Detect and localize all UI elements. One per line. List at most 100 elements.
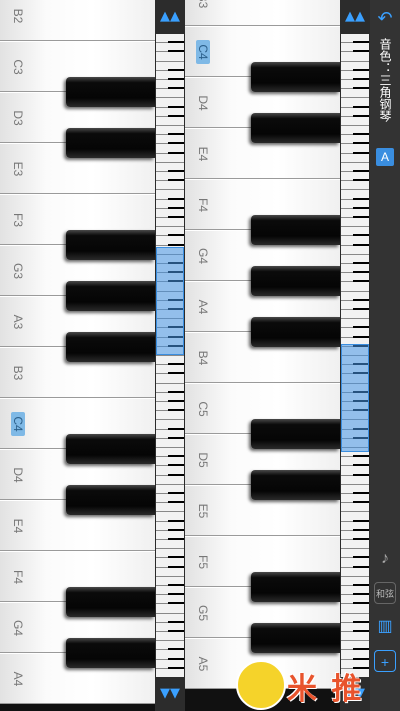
right-black-key[interactable] xyxy=(251,317,340,347)
key-label: B3 xyxy=(196,0,210,8)
left-black-key[interactable] xyxy=(66,128,155,158)
mini-white-key xyxy=(341,540,369,550)
mini-white-key xyxy=(156,218,184,228)
key-label: E5 xyxy=(196,503,210,518)
mini-white-key xyxy=(156,438,184,448)
mini-white-key xyxy=(341,181,369,191)
notation-badge[interactable]: A xyxy=(376,148,394,166)
left-black-key[interactable] xyxy=(66,332,155,362)
key-label: C3 xyxy=(11,58,25,75)
key-label: A4 xyxy=(196,299,210,314)
key-label: E4 xyxy=(11,518,25,533)
mini-white-key xyxy=(156,632,184,642)
mini-keyboard-left[interactable] xyxy=(156,34,184,677)
mini-white-key xyxy=(341,116,369,126)
mini-white-key xyxy=(341,475,369,485)
back-icon[interactable]: ↶ xyxy=(370,8,400,29)
key-label: G4 xyxy=(11,619,25,636)
mini-white-key xyxy=(156,475,184,485)
mini-white-key xyxy=(341,153,369,163)
key-label: C5 xyxy=(196,400,210,417)
key-label: D4 xyxy=(11,466,25,483)
mini-white-key xyxy=(156,116,184,126)
scroll-up-right-icon[interactable]: ▲▲ xyxy=(340,0,370,34)
right-black-key[interactable] xyxy=(251,419,340,449)
keyboard-panel-right[interactable]: B3 C4 D4 E4 F4 G4 A4 B4 C5 D5 E5 F5 G5 A5 xyxy=(185,0,340,711)
scroll-up-left-icon[interactable]: ▲▲ xyxy=(155,0,185,34)
sidebar: ↶ 音色：三角钢琴 A ♪ 和弦 ▥ + xyxy=(370,0,400,711)
key-label: E3 xyxy=(11,161,25,176)
right-white-key[interactable]: B3 xyxy=(185,0,340,26)
key-label: A3 xyxy=(11,314,25,329)
mini-white-key xyxy=(341,89,369,99)
right-black-key[interactable] xyxy=(251,62,340,92)
visible-range-highlight[interactable] xyxy=(341,344,369,452)
mini-white-key xyxy=(341,668,369,677)
mini-white-key xyxy=(156,503,184,513)
keyboard-panel-left[interactable]: B2 C3 D3 E3 F3 G3 A3 B3 C4 D4 E4 F4 G4 A4 xyxy=(0,0,155,711)
mini-white-key xyxy=(341,567,369,577)
key-label: G3 xyxy=(11,262,25,279)
timbre-label[interactable]: 音色：三角钢琴 xyxy=(370,38,400,138)
key-label: D3 xyxy=(11,109,25,126)
key-label: G5 xyxy=(196,604,210,621)
mini-white-key xyxy=(156,89,184,99)
right-black-key[interactable] xyxy=(251,215,340,245)
key-label: F4 xyxy=(11,569,25,584)
notes-tool-icon[interactable]: ♪ xyxy=(374,548,396,570)
mini-white-key xyxy=(156,668,184,677)
left-black-key[interactable] xyxy=(66,638,155,668)
visible-range-highlight[interactable] xyxy=(156,247,184,355)
left-black-key[interactable] xyxy=(66,77,155,107)
right-black-key[interactable] xyxy=(251,470,340,500)
key-label: F4 xyxy=(196,197,210,212)
key-label: D4 xyxy=(196,94,210,111)
mini-white-key xyxy=(156,540,184,550)
key-label: A4 xyxy=(11,671,25,686)
key-label: B2 xyxy=(11,8,25,23)
mini-white-key xyxy=(341,632,369,642)
mini-white-key xyxy=(156,52,184,62)
left-black-key[interactable] xyxy=(66,587,155,617)
mini-white-key xyxy=(341,245,369,255)
key-label: F5 xyxy=(196,554,210,569)
mini-white-key xyxy=(341,310,369,320)
left-black-key[interactable] xyxy=(66,485,155,515)
left-white-key[interactable]: B2 xyxy=(0,0,155,41)
mini-white-key xyxy=(156,374,184,384)
key-label: F3 xyxy=(11,212,25,227)
key-label: D5 xyxy=(196,451,210,468)
left-black-key[interactable] xyxy=(66,281,155,311)
mini-white-key xyxy=(156,604,184,614)
piano-keys-icon[interactable]: ▥ xyxy=(374,616,396,638)
right-black-key[interactable] xyxy=(251,623,340,653)
mini-white-key xyxy=(341,52,369,62)
key-label: B4 xyxy=(196,350,210,365)
scroll-down-right-icon[interactable]: ▼▼ xyxy=(340,677,370,711)
key-label: G4 xyxy=(196,247,210,264)
mini-white-key xyxy=(341,604,369,614)
mini-white-key xyxy=(156,181,184,191)
chord-button[interactable]: 和弦 xyxy=(374,582,396,604)
key-label: E4 xyxy=(196,146,210,161)
mini-white-key xyxy=(156,567,184,577)
mini-white-key xyxy=(341,218,369,228)
scroll-down-left-icon[interactable]: ▼▼ xyxy=(155,677,185,711)
right-black-key[interactable] xyxy=(251,572,340,602)
right-black-key[interactable] xyxy=(251,113,340,143)
mini-white-key xyxy=(341,282,369,292)
mini-white-key xyxy=(341,503,369,513)
mini-keyboard-right[interactable] xyxy=(341,34,369,677)
key-label: C4 xyxy=(11,411,25,436)
key-label: A5 xyxy=(196,656,210,671)
key-label: B3 xyxy=(11,365,25,380)
scroll-strip-left[interactable]: ▲▲ ▼▼ xyxy=(155,0,185,711)
key-label: C4 xyxy=(196,39,210,64)
scroll-strip-right[interactable]: ▲▲ ▼▼ xyxy=(340,0,370,711)
add-keyboard-icon[interactable]: + xyxy=(374,650,396,672)
mini-white-key xyxy=(156,411,184,421)
left-black-key[interactable] xyxy=(66,230,155,260)
right-black-key[interactable] xyxy=(251,266,340,296)
left-black-key[interactable] xyxy=(66,434,155,464)
mini-white-key xyxy=(156,153,184,163)
